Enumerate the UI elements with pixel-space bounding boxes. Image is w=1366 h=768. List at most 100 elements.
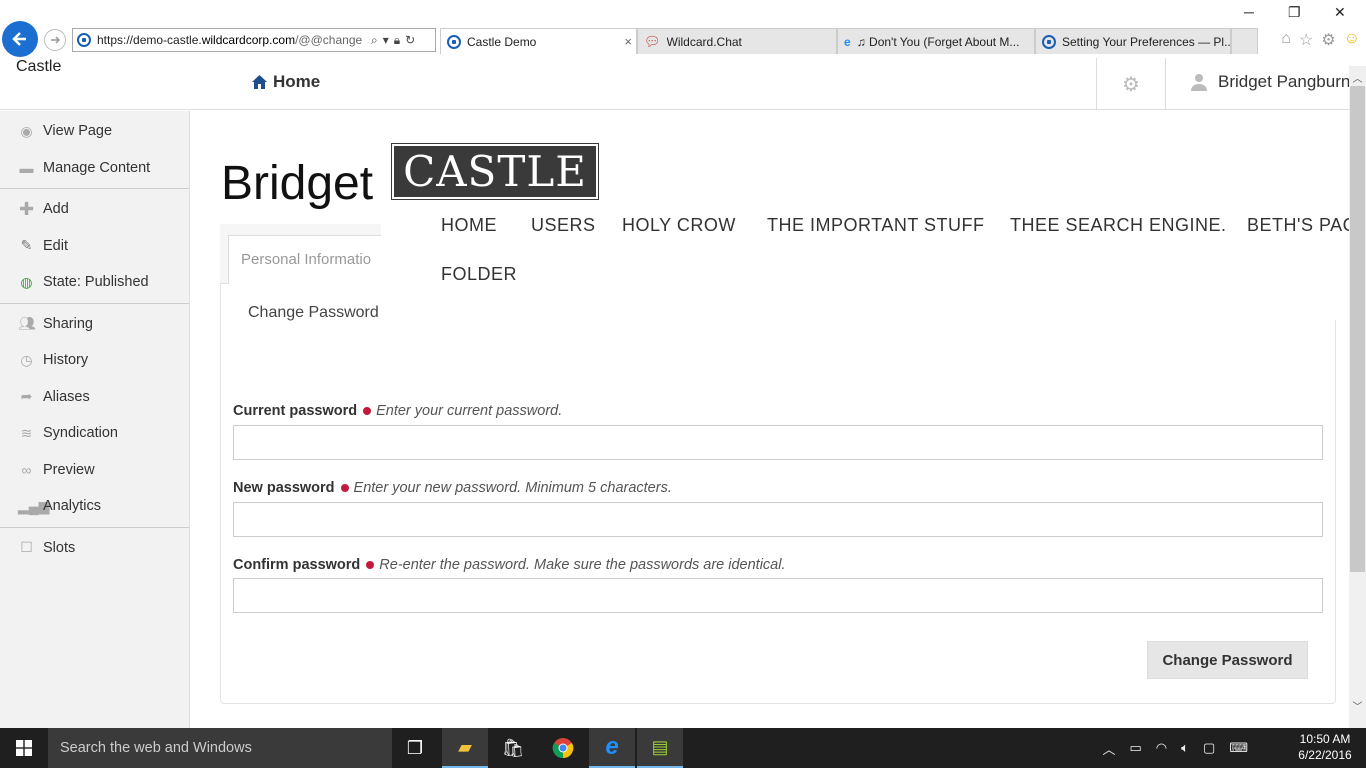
- tab-personal-information[interactable]: Personal Informatio: [228, 235, 388, 284]
- plus-icon: ✚: [18, 198, 35, 219]
- browser-chrome: https://demo-castle.wildcardcorp.com/@@c…: [0, 0, 1366, 58]
- confirm-password-label: Confirm password Re-enter the password. M…: [233, 557, 786, 573]
- tab-wildcard-chat[interactable]: 💬︎ Wildcard.Chat: [637, 28, 837, 54]
- sidebar-item-label: Edit: [43, 237, 68, 254]
- notification-icon[interactable]: ▢: [1203, 740, 1215, 756]
- sidebar-item-manage-content[interactable]: ▬ Manage Content: [0, 150, 189, 187]
- confirm-password-field[interactable]: [233, 578, 1323, 613]
- change-password-button[interactable]: Change Password: [1147, 641, 1308, 679]
- lock-icon[interactable]: 🔒︎: [394, 33, 400, 48]
- sidebar-item-aliases[interactable]: ➦ Aliases: [0, 379, 189, 416]
- address-url: https://demo-castle.wildcardcorp.com/@@c…: [97, 33, 363, 47]
- chevron-up-icon[interactable]: ︿: [1102, 739, 1115, 758]
- keyboard-icon[interactable]: ⌨: [1229, 740, 1248, 756]
- toolbar-sidebar: ◉ View Page ▬ Manage Content ✚ Add ✎ Edit ◍ S…: [0, 111, 190, 728]
- clock-time: 10:50 AM: [1299, 732, 1351, 746]
- smiley-icon[interactable]: ☺: [1344, 30, 1360, 50]
- sidebar-group: 👥︎ Sharing ◷ History ➦ Aliases ≋ Syndication…: [0, 304, 189, 528]
- chat-bubble-icon: 💬︎: [644, 33, 661, 49]
- sidebar-item-sharing[interactable]: 👥︎ Sharing: [0, 306, 189, 343]
- taskbar-search[interactable]: Search the web and Windows: [48, 728, 392, 768]
- internet-explorer-icon[interactable]: e: [589, 728, 635, 768]
- tab-label: Setting Your Preferences — Pl...: [1062, 34, 1230, 49]
- new-password-field[interactable]: [233, 502, 1323, 537]
- windows-taskbar: Search the web and Windows ❐ ▰ 🛍︎ e ▤ ︿ …: [0, 728, 1366, 768]
- arrow-left-icon: [12, 32, 26, 46]
- wifi-icon[interactable]: ◠: [1156, 740, 1167, 756]
- taskbar-clock[interactable]: 10:50 AM 6/22/2016: [1290, 731, 1360, 763]
- sidebar-item-slots[interactable]: ☐ Slots: [0, 530, 189, 567]
- dropdown-arrow-icon[interactable]: ▾: [383, 33, 389, 48]
- address-bar[interactable]: https://demo-castle.wildcardcorp.com/@@c…: [72, 28, 436, 52]
- sidebar-item-history[interactable]: ◷ History: [0, 342, 189, 379]
- tab-castle-demo[interactable]: Castle Demo ×: [440, 28, 637, 54]
- system-tray: ︿ ▭ ◠ 🔈︎ ▢ ⌨: [1102, 728, 1248, 768]
- sidebar-group: ✚ Add ✎ Edit ◍ State: Published: [0, 189, 189, 304]
- sidebar-item-state[interactable]: ◍ State: Published: [0, 264, 189, 301]
- field-help: Enter your current password.: [376, 403, 563, 419]
- nav-item-home[interactable]: HOME: [441, 215, 497, 236]
- current-password-field[interactable]: [233, 425, 1323, 460]
- back-button[interactable]: [2, 21, 38, 57]
- home-label: Home: [273, 72, 321, 91]
- chrome-icon[interactable]: [540, 728, 586, 768]
- field-help: Re-enter the password. Make sure the pas…: [379, 557, 786, 573]
- sidebar-item-edit[interactable]: ✎ Edit: [0, 228, 189, 265]
- close-window-button[interactable]: ✕: [1334, 4, 1346, 21]
- sidebar-group: ☐ Slots: [0, 528, 189, 569]
- nav-item-holy-crow[interactable]: HOLY CROW: [622, 215, 736, 236]
- tab-label: Wildcard.Chat: [666, 34, 742, 49]
- restore-button[interactable]: ❐: [1288, 4, 1301, 21]
- sidebar-item-preview[interactable]: ∞ Preview: [0, 452, 189, 489]
- start-button[interactable]: [0, 728, 48, 768]
- chevron-down-icon[interactable]: ﹀: [1350, 698, 1365, 713]
- file-explorer-icon[interactable]: ▰: [442, 728, 488, 768]
- close-icon[interactable]: ×: [624, 34, 632, 49]
- refresh-icon[interactable]: ↻: [405, 33, 415, 48]
- sidebar-item-syndication[interactable]: ≋ Syndication: [0, 415, 189, 452]
- rss-icon: ≋: [20, 424, 33, 441]
- globe-icon: ◍: [20, 273, 33, 290]
- nav-item-important-stuff[interactable]: THE IMPORTANT STUFF: [767, 215, 985, 236]
- bar-chart-icon: ▂▄▆: [18, 497, 50, 514]
- task-view-icon[interactable]: ❐: [392, 728, 438, 768]
- tab-music[interactable]: e ♫ Don't You (Forget About M...: [837, 28, 1035, 54]
- sidebar-item-view-page[interactable]: ◉ View Page: [0, 113, 189, 150]
- notepad-icon[interactable]: ▤: [637, 728, 683, 768]
- settings-button[interactable]: ⚙: [1096, 58, 1166, 110]
- forward-button[interactable]: [44, 29, 66, 51]
- volume-icon[interactable]: 🔈︎: [1181, 740, 1189, 756]
- sidebar-item-add[interactable]: ✚ Add: [0, 191, 189, 228]
- tab-change-password[interactable]: Change Password: [248, 304, 379, 322]
- home-icon[interactable]: ⌂: [1281, 30, 1291, 50]
- chevron-up-icon[interactable]: ︿: [1350, 70, 1365, 85]
- battery-icon[interactable]: ▭: [1129, 740, 1141, 756]
- scrollbar-thumb[interactable]: [1350, 86, 1365, 572]
- user-menu[interactable]: Bridget Pangburn: [1190, 72, 1350, 92]
- nav-item-search-engine[interactable]: THEE SEARCH ENGINE.: [1010, 215, 1227, 236]
- store-icon[interactable]: 🛍︎: [490, 728, 536, 768]
- home-link[interactable]: Home: [251, 72, 320, 92]
- sidebar-item-label: Add: [43, 201, 69, 218]
- nav-item-folder[interactable]: FOLDER: [441, 264, 517, 285]
- browser-toolbar: ⌂ ☆ ⚙ ☺: [1281, 30, 1360, 50]
- star-icon[interactable]: ☆: [1299, 30, 1313, 50]
- new-tab-button[interactable]: [1231, 28, 1258, 54]
- minimize-button[interactable]: ─: [1244, 4, 1254, 20]
- pencil-icon: ✎: [20, 237, 33, 254]
- sidebar-item-label: Manage Content: [43, 159, 151, 176]
- nav-item-beths-page[interactable]: BETH'S PAG: [1247, 215, 1349, 236]
- nav-item-users[interactable]: USERS: [531, 215, 596, 236]
- clock-date: 6/22/2016: [1298, 748, 1352, 762]
- search-icon[interactable]: ⌕: [371, 33, 378, 48]
- tab-preferences[interactable]: Setting Your Preferences — Pl...: [1035, 28, 1231, 54]
- sidebar-item-analytics[interactable]: ▂▄▆ Analytics: [0, 488, 189, 525]
- sidebar-group: ◉ View Page ▬ Manage Content: [0, 111, 189, 189]
- field-help: Enter your new password. Minimum 5 chara…: [353, 480, 672, 496]
- sidebar-item-label: Syndication: [43, 425, 118, 442]
- site-favicon-icon: [77, 33, 91, 47]
- gear-icon: ⚙: [1122, 73, 1140, 96]
- share-icon: ➦: [20, 388, 33, 405]
- castle-logo[interactable]: CASTLE: [391, 143, 599, 200]
- gear-icon[interactable]: ⚙: [1321, 30, 1335, 50]
